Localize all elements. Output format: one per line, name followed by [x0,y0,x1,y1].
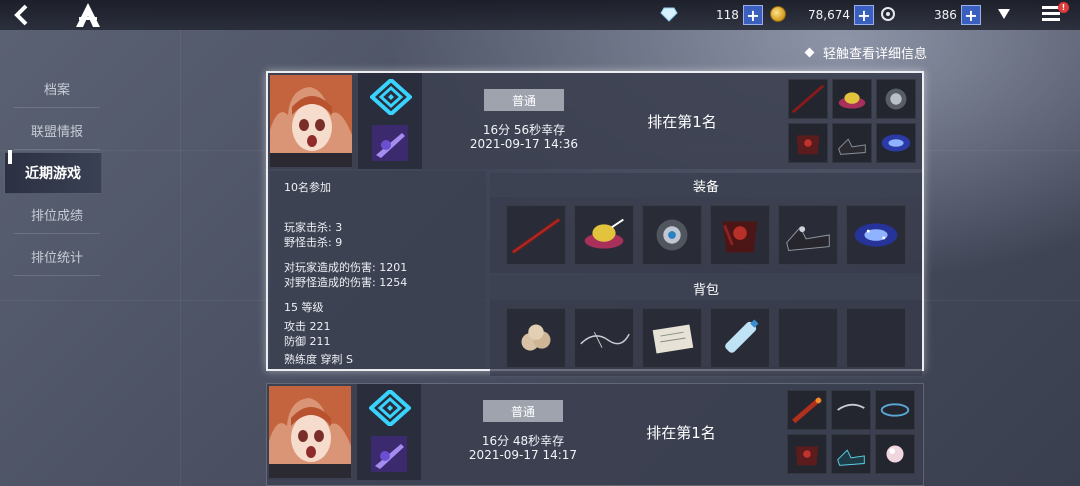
match-datetime: 2021-09-17 14:17 [468,448,578,462]
gold-counter: 78,674 + [808,4,874,26]
sidebar-item-ranked-results[interactable]: 排位成绩 [14,196,100,234]
player-kills: 玩家击杀: 3 [284,221,343,234]
dark-armor-icon[interactable] [710,205,770,265]
red-spear-icon[interactable] [506,205,566,265]
top-bar: 118 + 78,674 + 386 + ! [0,0,1080,30]
player-damage: 对玩家造成的伤害: 1201 [284,261,408,274]
match-header: 普通 16分 56秒幸存 2021-09-17 14:36 排在第1名 [268,73,922,169]
placement-text: 排在第1名 [646,424,716,442]
galaxy-accessory-icon[interactable] [846,205,906,265]
gold-coin-icon [770,6,786,22]
rank-emblem-icon [369,390,411,426]
back-arrow-icon [14,4,28,26]
character-avatar-icon [270,75,352,167]
water-bottle-icon[interactable] [710,308,770,368]
wire-icon[interactable] [574,308,634,368]
rank-panel [358,73,422,169]
equipment-mini-grid [788,75,922,167]
armored-gauntlet-icon[interactable] [642,205,702,265]
sidebar-item-ranked-stats[interactable]: 排位统计 [14,238,100,276]
sidebar-item-label: 近期游戏 [25,166,81,182]
weapon-type-icon [371,436,407,472]
crystal-count: 118 [716,8,739,22]
ticket-count: 386 [934,8,957,22]
boots-icon[interactable] [778,205,838,265]
character-level: 15 等级 [284,301,324,314]
monster-kills: 野怪击杀: 9 [284,236,343,249]
rank-panel [357,384,421,480]
match-card-expanded[interactable]: 普通 16分 56秒幸存 2021-09-17 14:36 排在第1名 10名参… [266,71,924,376]
equipment-header: 装备 [490,173,922,197]
gold-count: 78,674 [808,8,850,22]
placement-text: 排在第1名 [647,113,717,131]
dark-armor-icon[interactable] [787,434,827,474]
flame-club-icon[interactable] [787,390,827,430]
whip-icon[interactable] [831,390,871,430]
equipment-mini-grid [787,386,921,478]
diamond-bullet-icon [804,47,815,58]
empty-slot[interactable] [846,308,906,368]
participants-text: 10名参加 [284,181,331,194]
active-indicator [8,150,12,164]
add-crystal-button[interactable]: + [742,5,763,25]
attack-stat: 攻击 221 [284,320,331,333]
match-datetime: 2021-09-17 14:36 [469,137,579,151]
empty-slot[interactable] [778,308,838,368]
backpack-header: 背包 [490,276,922,300]
tap-detail-hint: 轻触查看详细信息 [804,43,928,62]
notification-badge: ! [1058,2,1069,13]
ticket-counter: 386 + [934,4,981,26]
weapon-type-icon [372,125,408,161]
mastery-stat: 熟练度 穿刺 S [284,353,353,366]
character-portrait [269,386,351,478]
character-avatar-icon [269,386,351,478]
pearl-icon[interactable] [875,434,915,474]
feather-hat-icon[interactable] [574,205,634,265]
crystal-icon [660,7,678,22]
bg-grid-line [180,30,181,486]
ticket-icon [881,7,895,21]
sidebar-item-profile[interactable]: 档案 [14,70,100,108]
defense-stat: 防御 211 [284,335,331,348]
equipment-slots [490,197,922,273]
match-header: 普通 16分 48秒幸存 2021-09-17 14:17 排在第1名 [267,384,921,480]
home-logo-icon [76,3,100,27]
character-portrait [270,75,352,167]
survival-time: 16分 48秒幸存 [481,434,565,448]
bracelet-icon[interactable] [875,390,915,430]
back-button[interactable] [8,3,36,27]
galaxy-accessory-icon[interactable] [876,123,916,163]
game-mode-badge: 普通 [484,89,564,111]
crystal-counter: 118 + [716,4,763,26]
game-mode-badge: 普通 [483,400,563,422]
dark-armor-icon[interactable] [788,123,828,163]
sidebar-item-label: 排位成绩 [30,209,83,224]
monster-damage: 对野怪造成的伤害: 1254 [284,276,408,289]
dropdown-triangle-icon[interactable] [996,8,1012,20]
armored-gauntlet-icon[interactable] [876,79,916,119]
feather-hat-icon[interactable] [832,79,872,119]
sidebar-item-recent-games[interactable]: 近期游戏 [4,152,102,194]
garlic-icon[interactable] [506,308,566,368]
red-spear-icon[interactable] [788,79,828,119]
home-button[interactable] [74,2,102,28]
backpack-slots [490,300,922,376]
hint-text: 轻触查看详细信息 [823,47,928,62]
match-stats-panel: 10名参加 玩家击杀: 3 野怪击杀: 9 对玩家造成的伤害: 1201 对野怪… [270,171,486,369]
match-card[interactable]: 普通 16分 48秒幸存 2021-09-17 14:17 排在第1名 [266,383,924,486]
boots-icon[interactable] [832,123,872,163]
sidebar-item-alliance[interactable]: 联盟情报 [14,112,100,150]
sidebar-item-label: 联盟情报 [30,125,83,140]
sidebar-item-label: 档案 [43,83,70,98]
survival-time: 16分 56秒幸存 [482,123,566,137]
add-ticket-button[interactable]: + [960,5,981,25]
rank-emblem-icon [370,79,412,115]
paper-icon[interactable] [642,308,702,368]
sidebar-item-label: 排位统计 [30,251,83,266]
add-gold-button[interactable]: + [854,5,874,25]
gem-boots-icon[interactable] [831,434,871,474]
